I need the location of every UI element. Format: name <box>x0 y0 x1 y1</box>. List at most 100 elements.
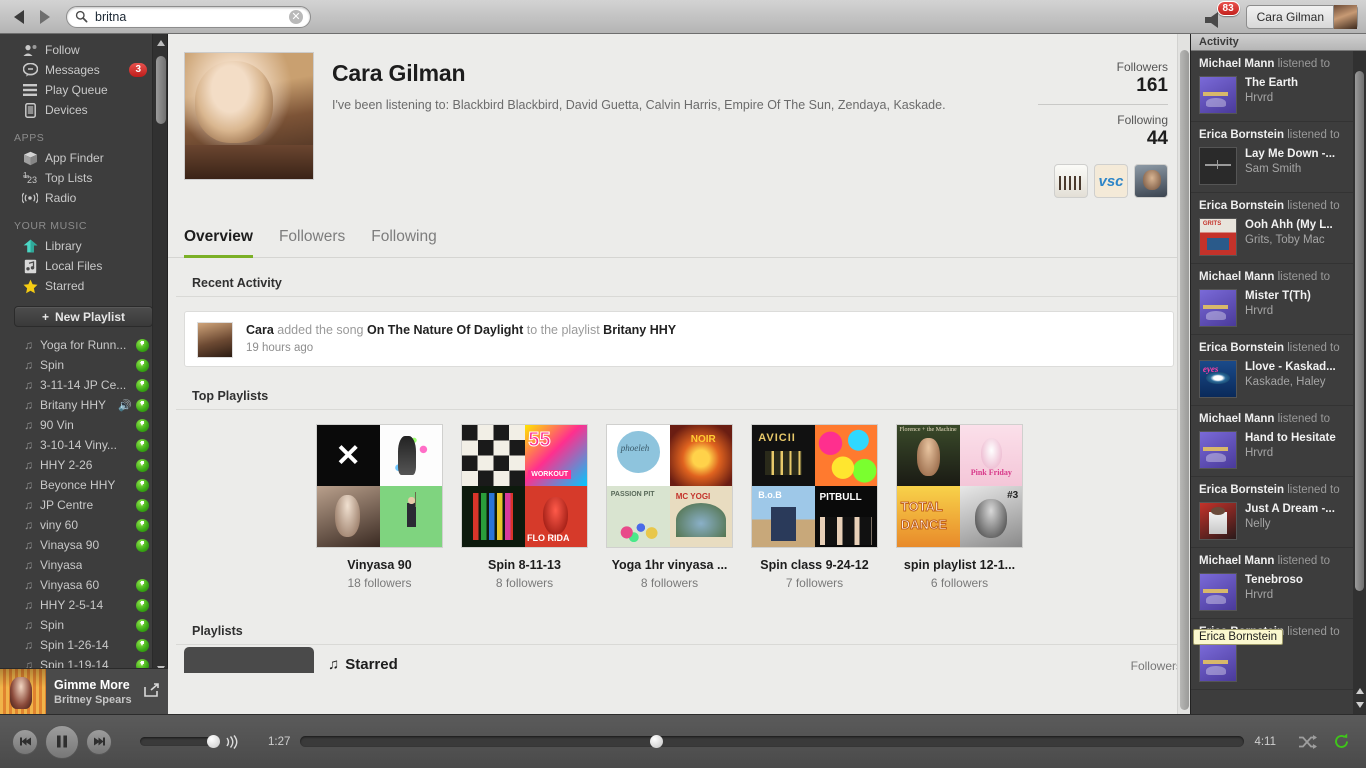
activity-song[interactable]: On The Nature Of Daylight <box>367 323 523 337</box>
next-button[interactable] <box>86 728 112 755</box>
now-playing-meta: Gimme More Britney Spears <box>54 678 132 706</box>
sidebar-playlist-item[interactable]: ♫ Beyonce HHY <box>0 475 167 495</box>
sidebar-playlist-item[interactable]: ♫ Yoga for Runn... <box>0 335 167 355</box>
activity-item-meta: The Earth Hrvrd <box>1245 76 1357 104</box>
sidebar-playlist-item[interactable]: ♫ Spin <box>0 615 167 635</box>
activity-scroll-down-icon[interactable] <box>1356 702 1364 708</box>
tab-overview[interactable]: Overview <box>184 228 253 258</box>
sidebar-playlist-item[interactable]: ♫ 90 Vin <box>0 415 167 435</box>
user-menu-button[interactable]: Cara Gilman <box>1245 4 1358 29</box>
sidebar-playlist-item[interactable]: ♫ Spin <box>0 355 167 375</box>
user-name-label: Cara Gilman <box>1256 9 1324 24</box>
activity-scroll-up-icon[interactable] <box>1356 688 1364 694</box>
volume-icon[interactable] <box>224 734 240 749</box>
sidebar-playlist-item[interactable]: ♫ Britany HHY 🔊 <box>0 395 167 415</box>
sidebar-item-play-queue[interactable]: Play Queue <box>0 80 167 100</box>
sidebar-item-starred[interactable]: Starred <box>0 276 167 296</box>
now-playing-panel[interactable]: Gimme More Britney Spears <box>0 668 168 714</box>
sidebar-playlist-item[interactable]: ♫ JP Centre <box>0 495 167 515</box>
notifications-button[interactable]: 83 <box>1204 0 1240 30</box>
share-icon[interactable] <box>144 683 160 697</box>
top-playlist-card[interactable]: Florence + the Machine Pink Friday TOTAL DA… <box>896 424 1023 590</box>
album-art-tile: #3 <box>959 486 1022 547</box>
tab-followers[interactable]: Followers <box>279 228 345 258</box>
activity-item-track: Hand to Hesitate Hrvrd <box>1199 431 1358 469</box>
sidebar-playlist-item[interactable]: ♫ Vinyasa <box>0 555 167 575</box>
music-note-icon: ♫ <box>24 598 33 612</box>
music-note-icon: ♫ <box>24 518 33 532</box>
follower-avatar-vsc[interactable]: vsc <box>1094 164 1128 198</box>
sidebar-item-devices[interactable]: Devices <box>0 100 167 120</box>
shuffle-icon[interactable] <box>1298 734 1317 749</box>
volume-knob[interactable] <box>207 735 220 748</box>
sidebar-item-label: Local Files <box>45 259 103 273</box>
forward-arrow-icon[interactable] <box>40 9 50 24</box>
follower-avatar-group-photo[interactable] <box>1054 164 1088 198</box>
sidebar-item-radio[interactable]: Radio <box>0 188 167 208</box>
sidebar-playlist-item[interactable]: ♫ viny 60 <box>0 515 167 535</box>
play-pause-button[interactable] <box>45 724 79 759</box>
sidebar-item-top-lists[interactable]: 123 Top Lists <box>0 168 167 188</box>
activity-item-meta: Mister T(Th) Hrvrd <box>1245 289 1357 317</box>
activity-panel-heading: Activity <box>1191 34 1366 51</box>
main-scrollbar[interactable] <box>1177 34 1190 714</box>
top-playlist-card[interactable]: 55 WORKOUT FLO RIDA Spin 8-11-13 8 followers <box>461 424 588 590</box>
profile-avatar <box>184 52 314 180</box>
activity-feed-item[interactable]: Erica Bornstein listened to Just A Dream … <box>1191 477 1366 548</box>
volume-slider[interactable] <box>140 735 220 748</box>
seek-slider[interactable] <box>300 735 1245 748</box>
sidebar-playlist-item[interactable]: ♫ 3-11-14 JP Ce... <box>0 375 167 395</box>
activity-scrollbar[interactable] <box>1353 51 1366 714</box>
now-playing-artist: Britney Spears <box>54 693 132 706</box>
search-box[interactable]: ✕ <box>66 5 311 28</box>
playlist-table-row[interactable]: ♫ Starred Followers <box>176 645 1182 673</box>
repeat-icon[interactable] <box>1333 733 1350 750</box>
app-finder-icon <box>22 150 38 166</box>
sidebar-scrollbar[interactable] <box>152 34 167 678</box>
sidebar-playlist-name: Spin <box>40 358 65 372</box>
back-arrow-icon[interactable] <box>14 9 24 24</box>
activity-feed-item[interactable]: Michael Mann listened to The Earth Hrvrd <box>1191 51 1366 122</box>
top-playlist-card[interactable]: AVICII B.o.B PITBULL Spin class 9-24-12 7 fo… <box>751 424 878 590</box>
activity-playlist[interactable]: Britany HHY <box>603 323 676 337</box>
search-input[interactable] <box>95 9 270 24</box>
activity-feed-item[interactable]: Michael Mann listened to Mister T(Th) Hrvr… <box>1191 264 1366 335</box>
playlists-followers-column-header: Followers <box>1130 659 1182 673</box>
main-scrollbar-thumb[interactable] <box>1180 50 1189 710</box>
sidebar-item-app-finder[interactable]: App Finder <box>0 148 167 168</box>
sidebar-playlist-item[interactable]: ♫ Spin 1-26-14 <box>0 635 167 655</box>
scroll-up-icon[interactable] <box>157 40 165 46</box>
activity-scrollbar-thumb[interactable] <box>1355 71 1364 591</box>
activity-feed-list: Michael Mann listened to The Earth Hrvrd Er… <box>1191 51 1366 690</box>
recent-activity-card[interactable]: Cara added the song On The Nature Of Day… <box>184 311 1174 367</box>
seek-knob[interactable] <box>649 735 663 748</box>
top-playlist-card[interactable]: ✕ Vinyasa 90 18 followers <box>316 424 443 590</box>
new-playlist-button[interactable]: + New Playlist <box>14 306 153 327</box>
sidebar-item-messages[interactable]: Messages 3 <box>0 60 167 80</box>
tab-following[interactable]: Following <box>371 228 436 258</box>
sidebar-playlist-item[interactable]: ♫ HHY 2-26 <box>0 455 167 475</box>
activity-item-verb: listened to <box>1277 58 1331 70</box>
activity-item-artist: Sam Smith <box>1245 163 1302 175</box>
sidebar-item-local-files[interactable]: Local Files <box>0 256 167 276</box>
sidebar-item-library[interactable]: Library <box>0 236 167 256</box>
sidebar-playlist-item[interactable]: ♫ 3-10-14 Viny... <box>0 435 167 455</box>
music-note-icon: ♫ <box>24 538 33 552</box>
sidebar-playlist-item[interactable]: ♫ Vinyasa 60 <box>0 575 167 595</box>
sidebar-playlist-item[interactable]: ♫ Vinaysa 90 <box>0 535 167 555</box>
top-playlist-card[interactable]: phoeleh NOIR PASSION PIT MC YOGI Yoga 1hr vi… <box>606 424 733 590</box>
activity-feed-item[interactable]: Erica Bornstein listened to GRITS Ooh Ahh … <box>1191 193 1366 264</box>
activity-feed-item[interactable]: Erica Bornstein listened to Lay Me Down -… <box>1191 122 1366 193</box>
activity-feed-item[interactable]: Erica Bornstein listened to eyes Llove - K… <box>1191 335 1366 406</box>
left-sidebar[interactable]: Follow Messages 3 Play Queue Devices APPS Ap… <box>0 34 168 678</box>
sidebar-playlist-item[interactable]: ♫ HHY 2-5-14 <box>0 595 167 615</box>
clear-search-icon[interactable]: ✕ <box>289 9 303 24</box>
follower-avatar-man-portrait[interactable] <box>1134 164 1168 198</box>
activity-feed-item[interactable]: Michael Mann listened to Hand to Hesitate… <box>1191 406 1366 477</box>
sidebar-scrollbar-thumb[interactable] <box>156 56 166 124</box>
activity-feed-item[interactable]: Michael Mann listened to Tenebroso Hrvrd <box>1191 548 1366 619</box>
sidebar-item-follow[interactable]: Follow <box>0 40 167 60</box>
sidebar-playlist-status <box>136 598 149 612</box>
top-lists-icon: 123 <box>22 170 38 186</box>
previous-button[interactable] <box>12 728 38 755</box>
